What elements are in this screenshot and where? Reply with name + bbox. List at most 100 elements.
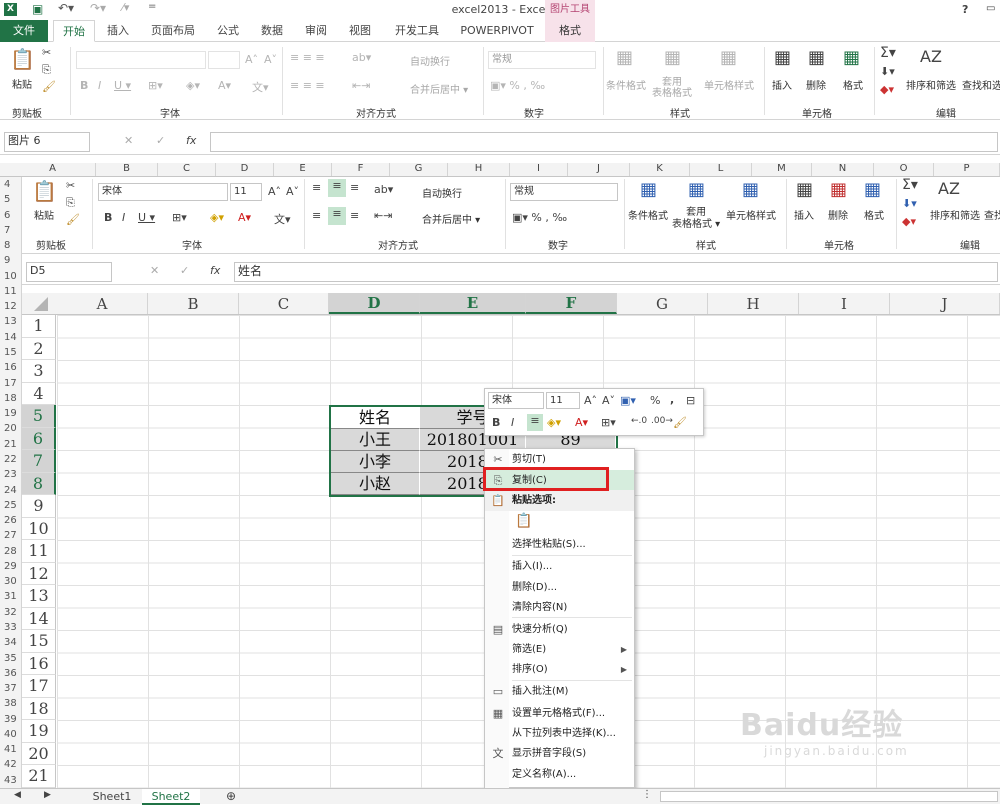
context-menu-item[interactable]: 删除(D)... xyxy=(485,577,634,598)
row-header[interactable]: 5 xyxy=(22,405,56,428)
delete-cells-icon[interactable]: ▦ xyxy=(808,47,825,68)
column-header-j[interactable]: J xyxy=(890,293,1000,314)
enter-icon[interactable]: ✓ xyxy=(156,134,165,147)
column-header-b[interactable]: B xyxy=(148,293,239,314)
col-header[interactable]: F xyxy=(332,163,390,176)
paste-icon[interactable]: 📋 xyxy=(10,47,35,71)
sort-filter-label[interactable]: 排序和筛选 xyxy=(930,207,980,222)
mini-italic-icon[interactable]: I xyxy=(511,416,514,429)
row-header[interactable]: 20 xyxy=(22,742,56,765)
tab-review[interactable]: 审阅 xyxy=(298,20,334,42)
col-header[interactable]: I xyxy=(510,163,568,176)
tab-view[interactable]: 视图 xyxy=(342,20,378,42)
border-icon[interactable]: ⊞▾ xyxy=(172,211,187,224)
col-header[interactable]: M xyxy=(752,163,812,176)
format-painter-icon[interactable]: 🖌 xyxy=(66,213,80,226)
bold-icon[interactable]: B xyxy=(104,211,112,224)
autosum-icon[interactable]: Σ▾ xyxy=(880,45,896,61)
cell-style-icon[interactable]: ▦ xyxy=(720,47,737,68)
cut-icon[interactable]: ✂ xyxy=(66,179,75,192)
shrink-font-icon[interactable]: A˅ xyxy=(286,185,299,198)
function-icon[interactable]: fx xyxy=(210,264,220,277)
row-header[interactable]: 21 xyxy=(22,765,56,788)
align-center-icon[interactable]: ≡ xyxy=(328,207,346,225)
underline-icon[interactable]: U ▾ xyxy=(138,211,155,224)
clear-icon[interactable]: ◆▾ xyxy=(902,215,916,228)
autosum-icon[interactable]: Σ▾ xyxy=(902,177,918,193)
number-format-box[interactable]: 常规 xyxy=(510,183,618,201)
merge-center-label[interactable]: 合并后居中 ▾ xyxy=(410,81,468,96)
find-select-label[interactable]: 查找和选 xyxy=(962,77,1000,92)
context-menu-item[interactable]: ⎘ 复制(C) xyxy=(485,470,634,491)
tab-powerpivot[interactable]: POWERPIVOT xyxy=(455,20,539,42)
italic-icon[interactable]: I xyxy=(98,79,101,92)
fill-icon[interactable]: ⬇▾ xyxy=(880,65,895,78)
currency-icon[interactable]: ▣▾ % , ‰ xyxy=(490,79,545,92)
copy-icon[interactable]: ⎘ xyxy=(66,196,75,210)
col-header[interactable]: J xyxy=(568,163,630,176)
row-header[interactable]: 10 xyxy=(22,517,56,540)
sort-filter-label[interactable]: 排序和筛选 xyxy=(906,77,956,92)
context-menu-item[interactable]: ▦ 设置单元格格式(F)... xyxy=(485,703,634,724)
conditional-format-label[interactable]: 条件格式 xyxy=(628,207,668,222)
align-right-icon[interactable]: ≡ xyxy=(350,209,359,222)
align-top-icon[interactable]: ≡ xyxy=(312,181,321,194)
help-icon[interactable]: ? xyxy=(962,3,968,16)
row-header[interactable]: 3 xyxy=(22,360,56,383)
insert-cells-label[interactable]: 插入 xyxy=(794,207,814,222)
name-box[interactable]: D5 xyxy=(26,262,112,282)
col-header[interactable]: O xyxy=(874,163,934,176)
indent-icon[interactable]: ⇤⇥ xyxy=(374,209,392,222)
row-header[interactable]: 1 xyxy=(22,315,56,338)
context-menu-item[interactable]: 选择性粘贴(S)... xyxy=(485,534,634,555)
column-header-d[interactable]: D xyxy=(329,293,420,314)
column-header-g[interactable]: G xyxy=(617,293,708,314)
mini-size-box[interactable]: 11 xyxy=(546,392,580,409)
mini-font-box[interactable]: 宋体 xyxy=(488,392,544,409)
tab-home[interactable]: 开始 xyxy=(53,20,95,42)
row-header[interactable]: 11 xyxy=(22,540,56,563)
grow-font-icon[interactable]: A˄ xyxy=(268,185,281,198)
context-menu-item[interactable]: 文显示拼音字段(S) xyxy=(485,743,634,764)
mini-font-color-icon[interactable]: A▾ xyxy=(575,416,588,429)
cell-d6[interactable]: 小王 xyxy=(331,429,420,451)
context-menu-item[interactable]: ✂ 剪切(T) xyxy=(485,449,634,470)
find-select-label[interactable]: 查找 xyxy=(984,207,1000,222)
delete-cells-label[interactable]: 删除 xyxy=(806,77,826,92)
col-header[interactable]: L xyxy=(690,163,752,176)
bold-icon[interactable]: B xyxy=(80,79,88,92)
context-menu-item[interactable]: 从下拉列表中选择(K)... xyxy=(485,723,634,744)
grow-font-icon[interactable]: A˄ xyxy=(245,53,258,66)
name-box-top[interactable]: 图片 6 xyxy=(4,132,90,152)
col-header[interactable]: E xyxy=(274,163,332,176)
font-name-box[interactable]: 宋体 xyxy=(98,183,228,201)
col-header[interactable]: D xyxy=(216,163,274,176)
align-top-icon[interactable]: ≡ ≡ ≡ xyxy=(290,51,325,64)
font-color-icon[interactable]: A▾ xyxy=(218,79,231,92)
mini-decrease-decimal-icon[interactable]: .00→ xyxy=(651,416,673,426)
column-header-h[interactable]: H xyxy=(708,293,799,314)
cancel-icon[interactable]: ✕ xyxy=(150,264,159,277)
sheet-tab-sheet2[interactable]: Sheet2 xyxy=(142,789,200,805)
column-header-f[interactable]: F xyxy=(526,293,617,314)
border-icon[interactable]: ⊞▾ xyxy=(148,79,163,92)
format-cells-label[interactable]: 格式 xyxy=(843,77,863,92)
mini-shrink-font-icon[interactable]: A˅ xyxy=(602,394,615,407)
orientation-icon[interactable]: ab▾ xyxy=(352,51,371,64)
col-header[interactable]: C xyxy=(158,163,216,176)
font-name-box[interactable] xyxy=(76,51,206,69)
context-menu-item[interactable]: ▭ 插入批注(M) xyxy=(485,681,634,702)
table-format-label[interactable]: 套用 表格格式 ▾ xyxy=(672,207,720,231)
formula-input[interactable]: 姓名 xyxy=(234,262,998,282)
col-header[interactable]: P xyxy=(934,163,1000,176)
row-header[interactable]: 16 xyxy=(22,652,56,675)
wrap-text-label[interactable]: 自动换行 xyxy=(422,185,462,200)
paste-label[interactable]: 粘贴 xyxy=(12,76,32,91)
cancel-icon[interactable]: ✕ xyxy=(124,134,133,147)
hscroll-icon[interactable]: ⋮ xyxy=(642,789,652,800)
mini-format-painter-icon[interactable]: 🖌 xyxy=(673,416,687,429)
row-header[interactable]: 8 xyxy=(22,472,56,495)
row-header[interactable]: 19 xyxy=(22,720,56,743)
context-menu-item[interactable]: ▤ 快速分析(Q) xyxy=(485,619,634,640)
indent-icon[interactable]: ⇤⇥ xyxy=(352,79,370,92)
